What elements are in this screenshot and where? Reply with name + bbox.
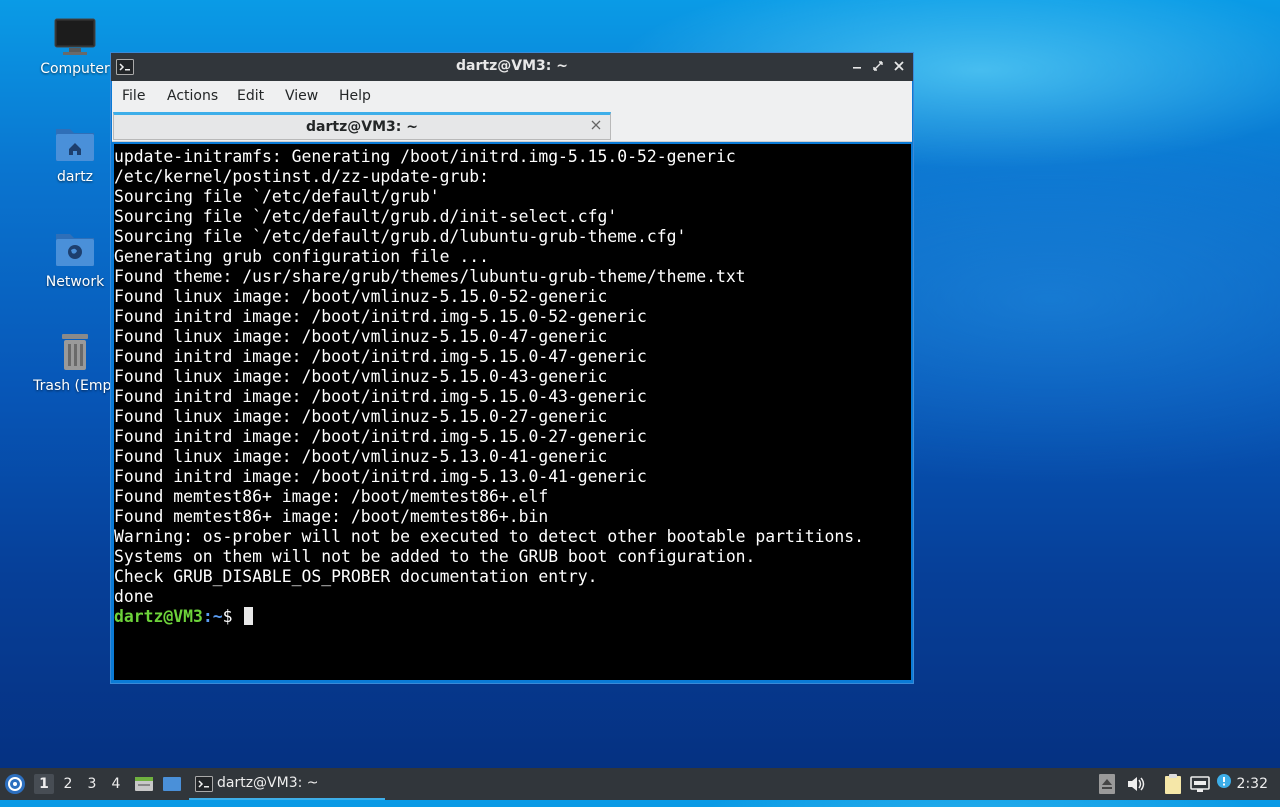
tab-terminal[interactable]: dartz@VM3: ~ [113,112,611,140]
desktop-icon-computer[interactable]: Computer [25,17,125,77]
terminal-line: Generating grub configuration file ... [114,247,489,266]
main-menu-button[interactable] [4,768,30,800]
terminal-line: Warning: os-prober will not be executed … [114,527,864,546]
task-label: dartz@VM3: ~ [217,775,319,791]
minimize-icon [853,67,861,69]
eject-icon [1099,774,1115,794]
workspace-2[interactable]: 2 [58,774,78,794]
lubuntu-menu-icon [5,774,25,794]
terminal-line: Found linux image: /boot/vmlinuz-5.15.0-… [114,287,608,306]
close-icon [591,120,601,130]
desktop-icon-label: Trash (Empt [33,378,117,394]
terminal-window: dartz@VM3: ~ File Actions Edit View Help… [111,53,913,683]
desktop-icon-home[interactable]: dartz [25,121,125,185]
restore-icon [873,61,883,71]
desktop-icon-label: dartz [56,169,94,185]
menu-help[interactable]: Help [339,88,371,104]
desktop-icon-label: Network [45,274,105,290]
volume-icon [1128,777,1145,791]
trash-icon [62,334,88,370]
menu-file[interactable]: File [122,88,145,104]
menu-actions[interactable]: Actions [167,88,218,104]
menu-edit[interactable]: Edit [237,88,264,104]
terminal-line: Found linux image: /boot/vmlinuz-5.15.0-… [114,327,608,346]
close-button[interactable] [891,58,907,74]
terminal-line: Found theme: /usr/share/grub/themes/lubu… [114,267,746,286]
network-icon [1190,776,1210,792]
terminal-line: Found initrd image: /boot/initrd.img-5.1… [114,307,647,326]
tab-bar: dartz@VM3: ~ [112,111,912,142]
network-tray[interactable] [1190,768,1212,800]
tab-label: dartz@VM3: ~ [306,119,418,135]
workspace-1[interactable]: 1 [34,774,54,794]
prompt-user-host: dartz@VM3 [114,607,203,626]
prompt-path: ~ [212,607,223,626]
tab-close-button[interactable] [590,117,602,135]
terminal-line: Check GRUB_DISABLE_OS_PROBER documentati… [114,567,598,586]
terminal-line: Sourcing file `/etc/default/grub.d/lubun… [114,227,687,246]
computer-icon [54,18,96,55]
terminal-line: Found initrd image: /boot/initrd.img-5.1… [114,467,647,486]
eject-tray[interactable] [1099,768,1119,800]
clipboard-icon [1165,774,1181,794]
prompt-separator: : [202,607,213,626]
terminal-line: Systems on them will not be added to the… [114,547,756,566]
menu-view[interactable]: View [285,88,318,104]
update-notifier-tray[interactable] [1217,768,1237,800]
text-cursor [244,607,254,625]
minimize-button[interactable] [849,58,865,74]
terminal-line: done [114,587,154,606]
terminal-line: Found initrd image: /boot/initrd.img-5.1… [114,427,647,446]
terminal-line: Found linux image: /boot/vmlinuz-5.15.0-… [114,367,608,386]
taskbar: 1 2 3 4 dartz@VM3: ~ 2:32 [0,768,1280,800]
update-notifier-icon [1217,774,1231,788]
terminal-line: Found memtest86+ image: /boot/memtest86+… [114,507,549,526]
workspace-4[interactable]: 4 [106,774,126,794]
terminal-line: Sourcing file `/etc/default/grub' [114,187,440,206]
terminal-line: Found linux image: /boot/vmlinuz-5.13.0-… [114,447,608,466]
clipboard-tray[interactable] [1163,768,1185,800]
desktop-icon-trash[interactable]: Trash (Empt [25,330,125,394]
window-title: dartz@VM3: ~ [456,58,568,74]
terminal-line: update-initramfs: Generating /boot/initr… [114,147,736,166]
terminal-line: Found initrd image: /boot/initrd.img-5.1… [114,387,647,406]
home-folder-icon [56,129,94,161]
desktop-icon-label: Computer [40,61,110,77]
window-titlebar[interactable]: dartz@VM3: ~ [111,53,913,81]
show-desktop-button[interactable] [162,768,184,800]
terminal-line: /etc/kernel/postinst.d/zz-update-grub: [114,167,489,186]
desktop-icon-network[interactable]: Network [25,226,125,290]
prompt-symbol: $ [222,607,233,626]
maximize-button[interactable] [870,58,886,74]
clock[interactable]: 2:32 [1237,776,1268,792]
file-manager-icon [135,777,153,791]
terminal-line: Sourcing file `/etc/default/grub.d/init-… [114,207,618,226]
terminal-line: Found memtest86+ image: /boot/memtest86+… [114,487,549,506]
close-icon [894,61,904,71]
terminal-line: Found linux image: /boot/vmlinuz-5.15.0-… [114,407,608,426]
terminal-output[interactable]: update-initramfs: Generating /boot/initr… [114,144,911,680]
terminal-icon [195,776,213,792]
show-desktop-icon [163,777,181,791]
task-terminal[interactable]: dartz@VM3: ~ [189,768,385,800]
file-manager-launcher[interactable] [134,768,156,800]
volume-tray[interactable] [1126,768,1148,800]
menu-bar: File Actions Edit View Help [112,81,912,112]
workspace-3[interactable]: 3 [82,774,102,794]
network-folder-icon [56,234,94,266]
terminal-line: Found initrd image: /boot/initrd.img-5.1… [114,347,647,366]
terminal-text: update-initramfs: Generating /boot/initr… [114,144,911,627]
